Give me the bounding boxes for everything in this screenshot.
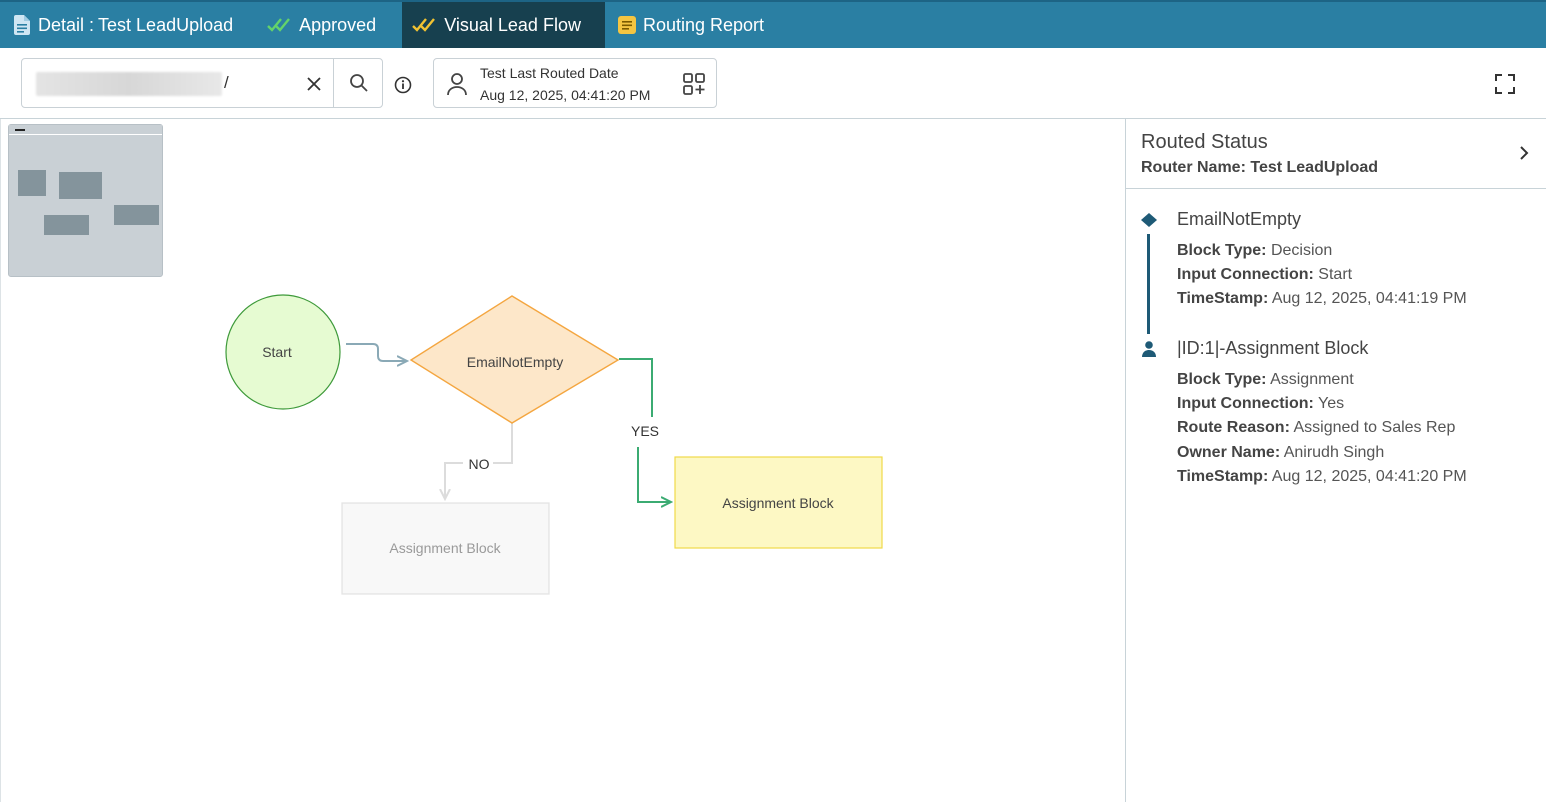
timeline-entry-row: Input Connection: Yes (1177, 395, 1345, 412)
info-button[interactable] (392, 74, 414, 96)
no-label: NO (469, 456, 490, 472)
search-input[interactable]: / (22, 59, 334, 107)
timeline-entry-row: Owner Name: Anirudh Singh (1177, 444, 1385, 461)
edge-yes-continued (637, 447, 671, 502)
tab-detail-label: Detail : (38, 14, 95, 35)
person-icon (1142, 341, 1156, 357)
last-routed-date-box: Test Last Routed Date Aug 12, 2025, 04:4… (433, 58, 717, 108)
tab-visual-lead-flow[interactable]: Visual Lead Flow (402, 2, 605, 48)
fullscreen-icon[interactable] (1494, 73, 1516, 95)
clear-search-button[interactable] (302, 72, 326, 96)
routed-status-panel: Routed Status Router Name: Test LeadUplo… (1125, 119, 1546, 802)
double-check-icon (412, 15, 438, 35)
routed-status-header: Routed Status Router Name: Test LeadUplo… (1126, 119, 1546, 189)
timeline-entry-row: Block Type: Assignment (1177, 371, 1354, 388)
redacted-text (36, 72, 222, 96)
tab-detail[interactable]: Detail : Test LeadUpload (0, 2, 245, 48)
tab-approved[interactable]: Approved (245, 2, 388, 48)
timeline-entry-row: Input Connection: Start (1177, 266, 1353, 283)
toolbar: / Test Last Routed Date Aug 12, 2025, 04… (0, 48, 1546, 119)
flow-diagram: Start EmailNotEmpty YES NO Assignment Bl… (225, 294, 883, 595)
decision-icon (1141, 213, 1157, 227)
document-icon (12, 15, 32, 35)
timeline-line (1147, 234, 1150, 334)
start-node-label: Start (262, 344, 292, 360)
router-name: Router Name: Test LeadUpload (1141, 159, 1379, 176)
edge-start-decision (346, 343, 407, 361)
flow-canvas[interactable]: Start EmailNotEmpty YES NO Assignment Bl… (0, 119, 1125, 802)
tab-routing-report-label: Routing Report (642, 14, 765, 35)
last-routed-title: Test Last Routed Date (480, 65, 619, 81)
double-check-icon (267, 15, 293, 35)
tab-approved-label: Approved (299, 14, 377, 35)
tab-visual-lead-flow-label: Visual Lead Flow (444, 14, 581, 35)
search-box: / (21, 58, 383, 108)
timeline-entry-row: TimeStamp: Aug 12, 2025, 04:41:19 PM (1177, 290, 1467, 307)
report-icon (617, 15, 637, 35)
edge-no-continued (445, 462, 463, 499)
tab-bar: Detail : Test LeadUpload Approved Visual… (0, 0, 1546, 48)
last-routed-date: Aug 12, 2025, 04:41:20 PM (480, 87, 651, 103)
add-widget-icon[interactable] (682, 72, 706, 96)
info-icon (394, 76, 412, 94)
timeline-entry-row: Block Type: Decision (1177, 242, 1333, 259)
assignment-node-yes-label: Assignment Block (722, 495, 834, 511)
search-button[interactable] (333, 59, 383, 107)
timeline-entry-row: Route Reason: Assigned to Sales Rep (1177, 419, 1456, 436)
routed-status-title: Routed Status (1141, 131, 1268, 153)
close-icon (307, 77, 321, 91)
search-icon (349, 74, 368, 92)
timeline-entry-title: EmailNotEmpty (1177, 209, 1302, 229)
tab-detail-name: Test LeadUpload (98, 14, 234, 35)
timeline-entry-title: |ID:1|-Assignment Block (1177, 338, 1369, 358)
decision-node-label: EmailNotEmpty (467, 354, 563, 370)
edge-yes (619, 358, 653, 417)
yes-label: YES (631, 423, 659, 439)
search-input-suffix: / (224, 73, 229, 92)
tab-routing-report[interactable]: Routing Report (605, 2, 776, 48)
edge-no (493, 423, 513, 464)
timeline-entry-row: TimeStamp: Aug 12, 2025, 04:41:20 PM (1177, 468, 1467, 485)
assignment-node-no-label: Assignment Block (389, 540, 501, 556)
user-icon (447, 73, 467, 96)
chevron-right-icon[interactable] (1514, 141, 1534, 165)
